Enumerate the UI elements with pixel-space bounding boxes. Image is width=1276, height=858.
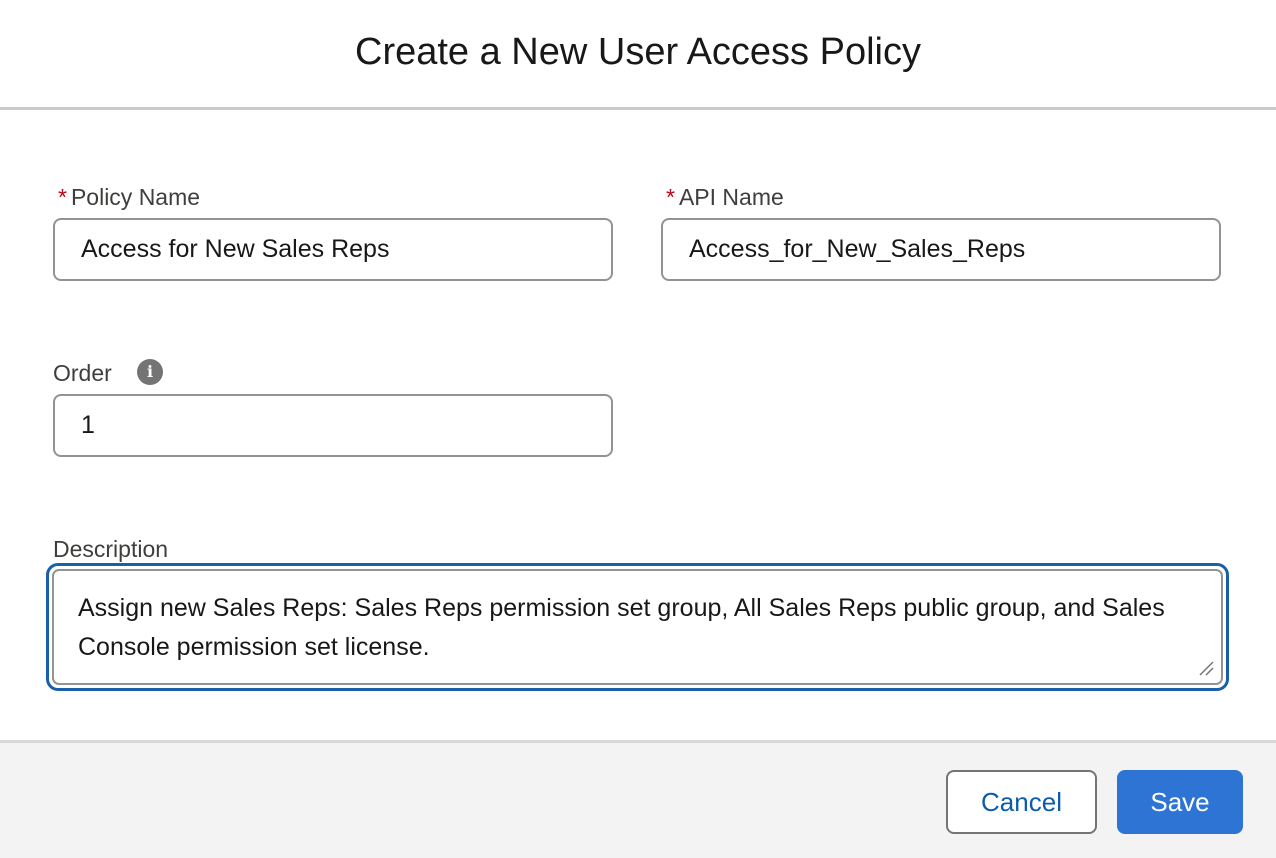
info-icon[interactable]: i — [137, 359, 163, 385]
api-name-label-text: API Name — [678, 184, 784, 210]
policy-name-label-text: Policy Name — [70, 184, 201, 210]
api-name-input[interactable] — [661, 218, 1221, 281]
required-marker: * — [58, 184, 67, 210]
modal-header: Create a New User Access Policy — [0, 0, 1276, 110]
policy-name-label: * Policy Name — [58, 183, 200, 211]
api-name-label: * API Name — [666, 183, 784, 211]
cancel-button[interactable]: Cancel — [946, 770, 1097, 834]
modal-footer: Cancel Save — [0, 740, 1276, 858]
policy-name-input[interactable] — [53, 218, 613, 281]
required-marker: * — [666, 184, 675, 210]
description-focus-ring: Assign new Sales Reps: Sales Reps permis… — [46, 563, 1229, 691]
create-policy-modal: Create a New User Access Policy * Policy … — [0, 0, 1276, 858]
description-label: Description — [53, 536, 169, 562]
modal-title: Create a New User Access Policy — [355, 31, 921, 73]
order-label: Order — [53, 360, 112, 386]
order-input[interactable] — [53, 394, 613, 457]
description-textarea[interactable]: Assign new Sales Reps: Sales Reps permis… — [52, 569, 1223, 685]
resize-handle-icon[interactable] — [1198, 660, 1214, 676]
save-button[interactable]: Save — [1117, 770, 1243, 834]
